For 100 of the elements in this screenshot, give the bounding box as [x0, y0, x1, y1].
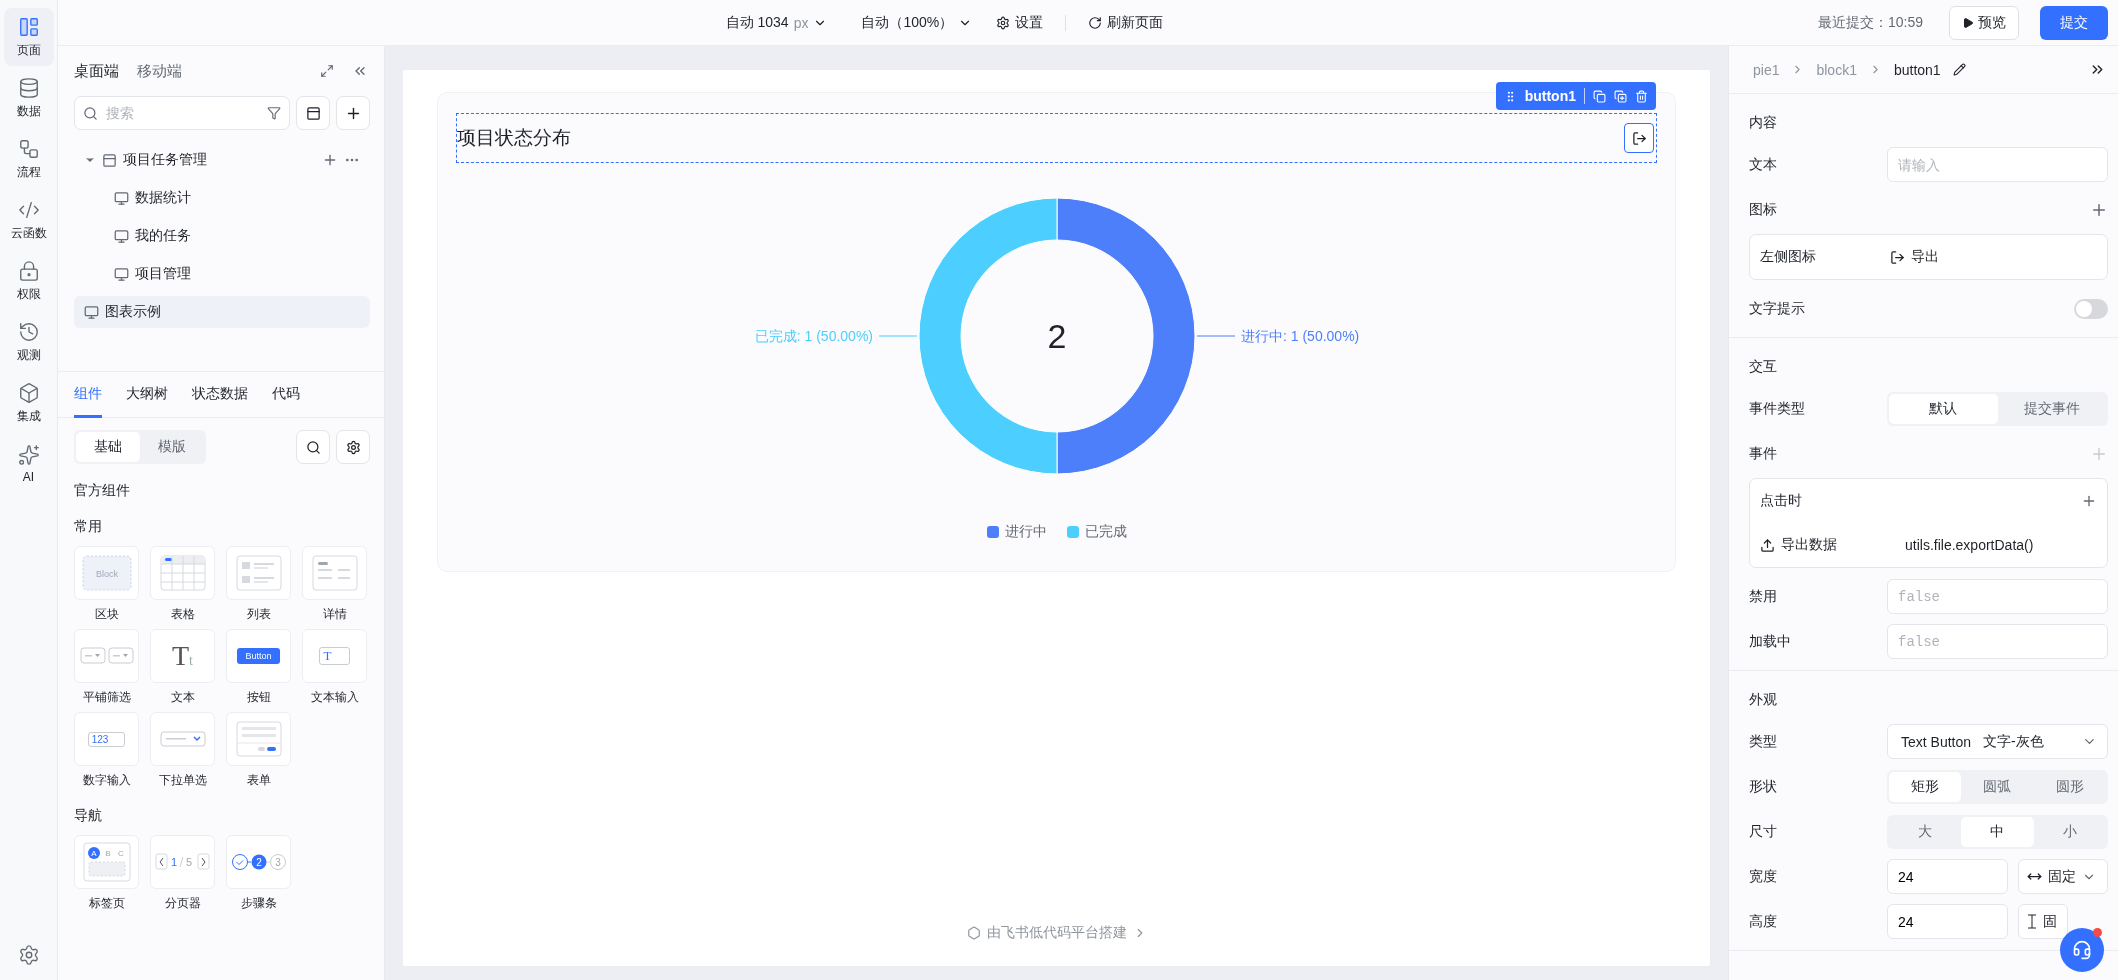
settings-icon[interactable]	[17, 944, 40, 966]
event-action[interactable]: 导出数据	[1781, 536, 1899, 554]
page-tree-label: 图表示例	[105, 303, 162, 321]
play-icon	[1962, 16, 1974, 29]
add-icon[interactable]	[2081, 493, 2097, 509]
component-label: 表格	[170, 606, 195, 623]
search-field[interactable]: 搜索	[74, 96, 290, 130]
panel-tab[interactable]: 大纲树	[126, 385, 168, 418]
filter-icon[interactable]	[267, 106, 281, 120]
segment-option[interactable]: 大	[1889, 816, 1962, 847]
nav-item[interactable]: 集成	[3, 374, 54, 432]
settings-button[interactable]	[336, 430, 370, 464]
expand-icon	[320, 64, 334, 78]
refresh-button[interactable]: 刷新页面	[1078, 9, 1174, 36]
library-tab[interactable]: 模版	[140, 432, 204, 462]
search-input[interactable]: 搜索	[104, 104, 261, 122]
component-label: 步骤条	[240, 895, 277, 912]
segment-option[interactable]: 矩形	[1889, 771, 1962, 802]
page-tree-item[interactable]: 数据统计	[74, 182, 370, 214]
nav-item[interactable]: 权限	[3, 252, 54, 310]
width-select[interactable]: 自动 1034 px	[715, 9, 838, 36]
edit-icon[interactable]	[1952, 63, 1966, 76]
panel-tab[interactable]: 状态数据	[192, 385, 248, 418]
duplicate-icon[interactable]	[1614, 89, 1627, 103]
add-icon[interactable]	[322, 152, 338, 168]
property-label: 文本	[1749, 155, 1778, 174]
nav-item[interactable]: 观测	[3, 313, 54, 371]
component-tile[interactable]	[150, 712, 215, 766]
component-tile[interactable]: T	[302, 629, 367, 683]
nav-item[interactable]: 数据	[3, 69, 54, 127]
flow-icon	[17, 137, 40, 160]
component-tile[interactable]	[226, 712, 291, 766]
property-label: 形状	[1749, 777, 1778, 796]
preview-button[interactable]: 预览	[1949, 5, 2019, 40]
dropdown-icon	[159, 731, 206, 747]
legend-item[interactable]: 已完成	[1066, 523, 1127, 541]
help-button[interactable]	[2060, 928, 2104, 972]
segment-option[interactable]: 中	[1961, 816, 2034, 847]
nav-item[interactable]: 页面	[3, 8, 54, 66]
component-tile[interactable]	[302, 546, 367, 600]
add-button[interactable]	[336, 96, 370, 130]
segment-option[interactable]: 提交事件	[1997, 393, 2106, 424]
notification-dot	[2093, 928, 2102, 937]
expression-field[interactable]: false	[1887, 624, 2108, 659]
size-mode-select[interactable]: 固	[2018, 904, 2068, 939]
page-tree-item[interactable]: 项目任务管理	[74, 144, 370, 176]
panel-icon	[305, 105, 321, 121]
card-title: 项目状态分布	[457, 126, 571, 150]
platform-tab[interactable]: 移动端	[137, 61, 182, 81]
expression-field[interactable]: false	[1887, 579, 2108, 614]
component-tile[interactable]	[150, 546, 215, 600]
copy-icon[interactable]	[1593, 89, 1606, 103]
component-tile[interactable]: 2 3	[226, 835, 291, 889]
button-preview: Button	[237, 648, 280, 664]
panel-tab[interactable]: 代码	[272, 385, 300, 418]
settings-button[interactable]: 设置	[986, 9, 1054, 36]
library-tab[interactable]: 基础	[76, 432, 140, 462]
delete-icon[interactable]	[1635, 89, 1648, 103]
legend-item[interactable]: 进行中	[986, 523, 1047, 541]
panel-tab[interactable]: 组件	[74, 385, 102, 418]
toggle-switch[interactable]	[2074, 298, 2108, 319]
search-icon	[83, 105, 98, 121]
property-label: 高度	[1749, 912, 1778, 931]
page-tree-item[interactable]: 图表示例	[74, 296, 370, 328]
export-button[interactable]	[1624, 123, 1654, 153]
number-field[interactable]: 24	[1887, 904, 2008, 939]
number-field[interactable]: 24	[1887, 859, 2008, 894]
submit-button[interactable]: 提交	[2040, 5, 2108, 40]
component-tile[interactable]	[74, 629, 139, 683]
text-preview: Tt	[172, 640, 193, 672]
platform-tab[interactable]: 桌面端	[74, 61, 119, 81]
zoom-select[interactable]: 自动（100%）	[851, 9, 983, 36]
component-tile[interactable]: Tt	[150, 629, 215, 683]
search-button[interactable]	[296, 430, 330, 464]
page-tree-item[interactable]: 我的任务	[74, 220, 370, 252]
text-field[interactable]: 请输入	[1887, 147, 2108, 182]
component-label: 标签页	[88, 895, 125, 912]
segment-option[interactable]: 默认	[1889, 393, 1998, 424]
component-tile[interactable]: Button	[226, 629, 291, 683]
segment-option[interactable]: 小	[2033, 816, 2106, 847]
property-label: 宽度	[1749, 867, 1778, 886]
component-tile[interactable]: 1 5	[150, 835, 215, 889]
component-tile[interactable]	[226, 546, 291, 600]
property-label: 事件	[1749, 444, 1777, 463]
add-page-button[interactable]	[296, 96, 330, 130]
number-input-preview: 123	[87, 731, 126, 747]
component-tile[interactable]: A B C	[74, 835, 139, 889]
nav-item[interactable]: 流程	[3, 130, 54, 188]
nav-item[interactable]: AI	[3, 435, 54, 493]
breadcrumb-item[interactable]: button1	[1893, 61, 1941, 78]
segment-option[interactable]: 圆形	[2033, 771, 2106, 802]
expand-button[interactable]	[318, 62, 336, 80]
size-mode-select[interactable]: 固定	[2018, 859, 2108, 894]
page-tree-item[interactable]: 项目管理	[74, 258, 370, 290]
nav-item[interactable]: 云函数	[3, 191, 54, 249]
headset-icon	[2072, 940, 2092, 960]
type-select[interactable]: Text Button 文字-灰色	[1887, 724, 2108, 759]
segment-option[interactable]: 圆弧	[1961, 771, 2034, 802]
component-tile[interactable]: 123	[74, 712, 139, 766]
property-label: 尺寸	[1749, 822, 1778, 841]
